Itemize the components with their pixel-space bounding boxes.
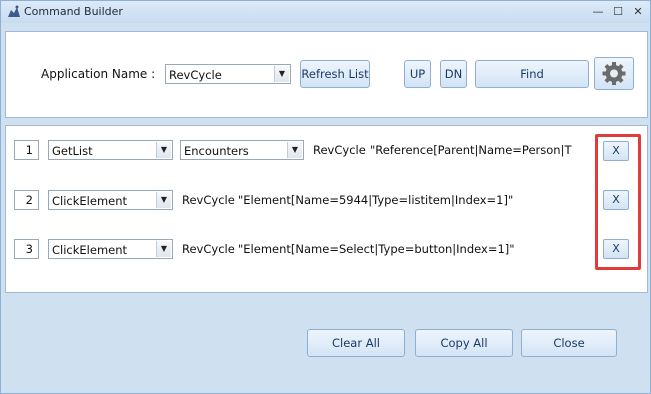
chevron-down-icon: ▼: [156, 192, 171, 208]
down-button[interactable]: DN: [440, 60, 467, 88]
header-panel: Application Name : RevCycle ▼ Refresh Li…: [5, 31, 648, 118]
chevron-down-icon: ▼: [287, 142, 302, 158]
chevron-down-icon: ▼: [156, 241, 171, 257]
close-window-button[interactable]: ✕: [628, 3, 648, 20]
application-name-value: RevCycle: [169, 68, 222, 82]
row-expression-1: "Reference[Parent|Name=Person|T: [370, 143, 572, 157]
action-select-1[interactable]: GetList ▼: [48, 140, 173, 160]
title-bar: Command Builder — ☐ ✕: [1, 1, 650, 23]
app-logo-icon: [8, 5, 20, 17]
command-list-panel: 1 GetList ▼ Encounters ▼ RevCycle "Refer…: [5, 125, 648, 293]
settings-button[interactable]: [594, 57, 634, 90]
action-value-2: ClickElement: [52, 194, 128, 208]
row-expression-2: "Element[Name=5944|Type=listitem|Index=1…: [238, 193, 514, 207]
row-app-3: RevCycle: [182, 242, 235, 256]
action-select-2[interactable]: ClickElement ▼: [48, 190, 173, 210]
target-value-1: Encounters: [184, 144, 249, 158]
action-value-3: ClickElement: [52, 243, 128, 257]
row-index-3[interactable]: 3: [14, 239, 39, 259]
clear-all-button[interactable]: Clear All: [307, 329, 405, 357]
minimize-button[interactable]: —: [588, 3, 608, 20]
row-app-2: RevCycle: [182, 193, 235, 207]
maximize-button[interactable]: ☐: [608, 3, 628, 20]
gear-icon: [602, 62, 626, 85]
row-index-1[interactable]: 1: [14, 140, 39, 160]
row-app-1: RevCycle: [313, 143, 366, 157]
command-builder-window: Command Builder — ☐ ✕ Application Name :…: [0, 0, 651, 394]
close-button[interactable]: Close: [521, 329, 617, 357]
application-name-label: Application Name :: [41, 67, 156, 81]
copy-all-button[interactable]: Copy All: [415, 329, 513, 357]
footer-panel: Clear All Copy All Close: [5, 297, 648, 393]
action-select-3[interactable]: ClickElement ▼: [48, 239, 173, 259]
up-button[interactable]: UP: [404, 60, 431, 88]
find-button[interactable]: Find: [475, 60, 589, 88]
window-title: Command Builder: [24, 5, 123, 18]
application-name-select[interactable]: RevCycle ▼: [165, 64, 291, 84]
target-select-1[interactable]: Encounters ▼: [180, 140, 304, 160]
chevron-down-icon: ▼: [274, 66, 289, 82]
highlight-box: [595, 134, 641, 270]
row-index-2[interactable]: 2: [14, 190, 39, 210]
row-expression-3: "Element[Name=Select|Type=button|Index=1…: [238, 242, 515, 256]
refresh-list-button[interactable]: Refresh List: [300, 60, 370, 88]
chevron-down-icon: ▼: [156, 142, 171, 158]
action-value-1: GetList: [52, 144, 93, 158]
